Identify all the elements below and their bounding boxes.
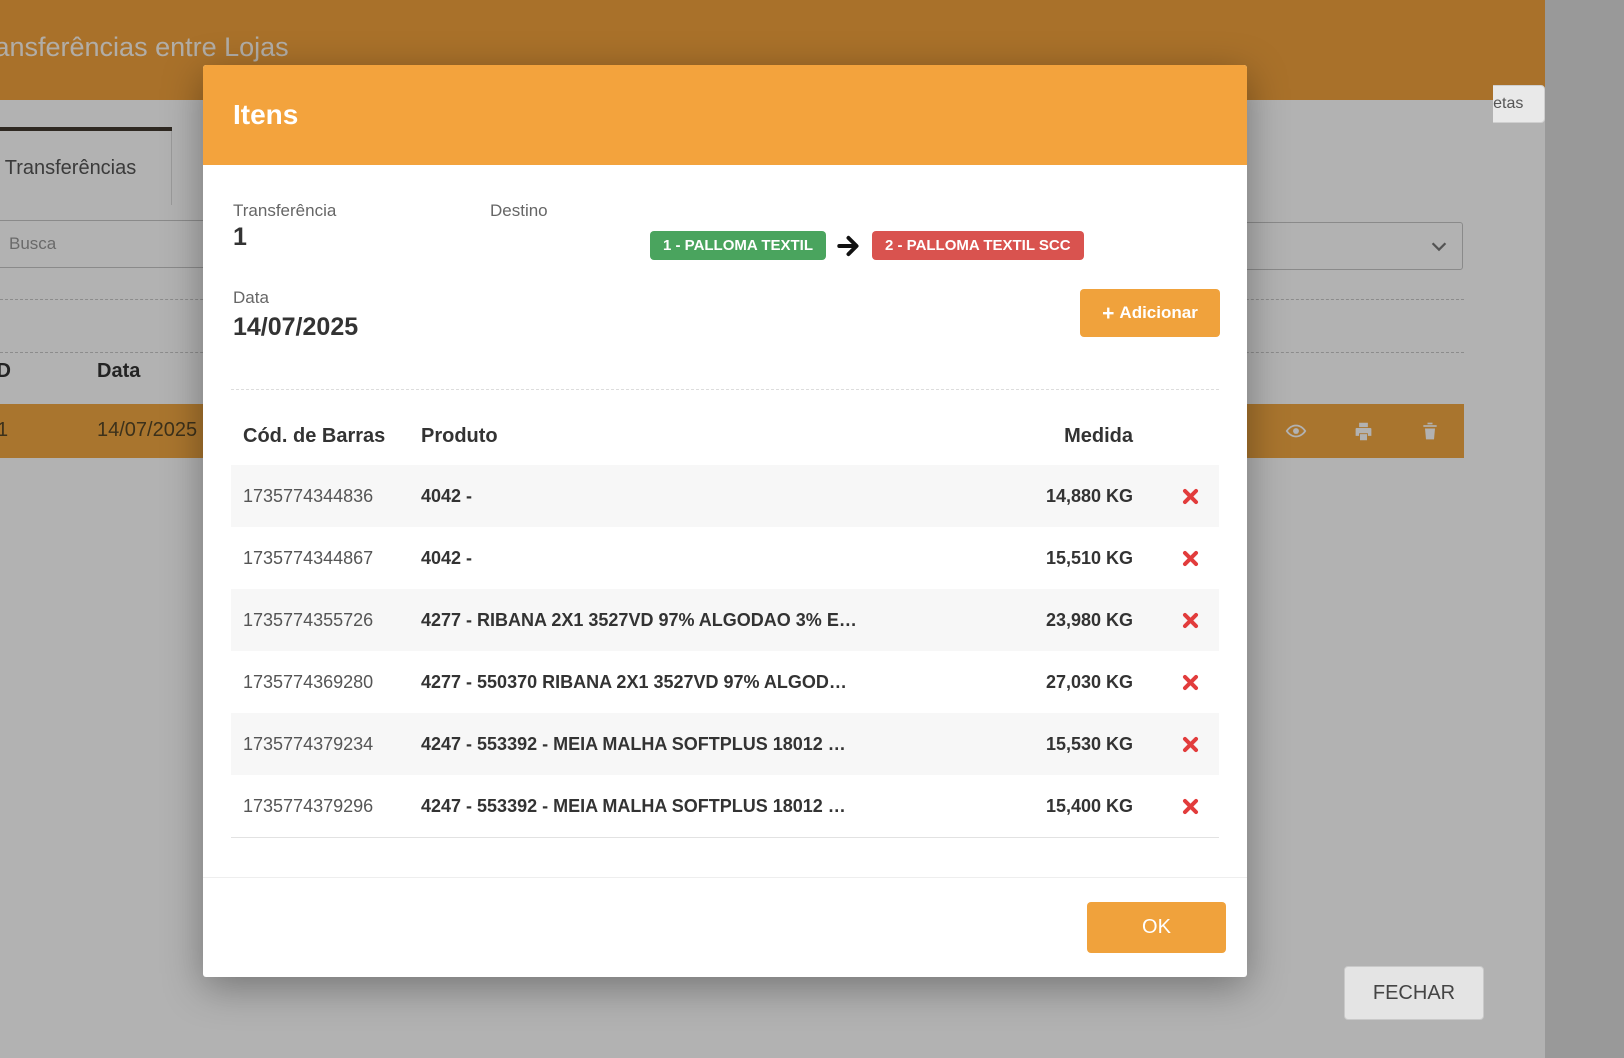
produto-cell: 4042 - [413,486,991,507]
table-bottom-border [231,837,1219,838]
medida-cell: 15,530 KG [991,734,1161,755]
destino-label: Destino [490,201,548,221]
x-icon [1181,611,1200,630]
items-table-header: Cód. de Barras Produto Medida [231,407,1219,465]
remove-item-button[interactable] [1181,735,1200,754]
x-icon [1181,735,1200,754]
x-icon [1181,797,1200,816]
origin-store-badge: 1 - PALLOMA TEXTIL [650,231,826,260]
column-header-medida: Medida [991,425,1161,448]
x-icon [1181,487,1200,506]
barcode-cell: 1735774369280 [231,672,413,693]
produto-cell: 4277 - 550370 RIBANA 2X1 3527VD 97% ALGO… [413,672,991,693]
barcode-cell: 1735774344836 [231,486,413,507]
remove-item-button[interactable] [1181,487,1200,506]
barcode-cell: 1735774344867 [231,548,413,569]
remove-item-button[interactable] [1181,673,1200,692]
medida-cell: 14,880 KG [991,486,1161,507]
x-icon [1181,549,1200,568]
adicionar-button[interactable]: + Adicionar [1080,289,1220,337]
produto-cell: 4247 - 553392 - MEIA MALHA SOFTPLUS 1801… [413,734,991,755]
item-row: 1735774379296 4247 - 553392 - MEIA MALHA… [231,775,1219,837]
x-icon [1181,673,1200,692]
etiquetas-button[interactable]: Etiquetas [1493,85,1545,123]
items-table-body: 1735774344836 4042 - 14,880 KG 173577434… [231,465,1219,837]
data-value: 14/07/2025 [233,313,358,342]
ok-button[interactable]: OK [1087,902,1226,953]
produto-cell: 4277 - RIBANA 2X1 3527VD 97% ALGODAO 3% … [413,610,991,631]
remove-item-button[interactable] [1181,549,1200,568]
transferencia-value: 1 [233,223,247,252]
barcode-cell: 1735774379234 [231,734,413,755]
modal-footer: OK [203,877,1247,977]
item-row: 1735774344836 4042 - 14,880 KG [231,465,1219,527]
item-row: 1735774379234 4247 - 553392 - MEIA MALHA… [231,713,1219,775]
transferencia-label: Transferência [233,201,336,221]
produto-cell: 4247 - 553392 - MEIA MALHA SOFTPLUS 1801… [413,796,991,817]
destination-store-badge: 2 - PALLOMA TEXTIL SCC [872,231,1084,260]
modal-title: Itens [233,99,298,131]
item-row: 1735774355726 4277 - RIBANA 2X1 3527VD 9… [231,589,1219,651]
destino-badges: 1 - PALLOMA TEXTIL 2 - PALLOMA TEXTIL SC… [650,231,1084,260]
remove-item-button[interactable] [1181,797,1200,816]
remove-item-button[interactable] [1181,611,1200,630]
medida-cell: 15,510 KG [991,548,1161,569]
plus-icon: + [1102,303,1114,324]
produto-cell: 4042 - [413,548,991,569]
data-label: Data [233,288,269,308]
itens-modal: Itens Transferência 1 Destino 1 - PALLOM… [203,65,1247,977]
divider [231,389,1219,390]
barcode-cell: 1735774355726 [231,610,413,631]
barcode-cell: 1735774379296 [231,796,413,817]
etiquetas-button-clip: Etiquetas [1493,85,1545,123]
item-row: 1735774369280 4277 - 550370 RIBANA 2X1 3… [231,651,1219,713]
modal-header: Itens [203,65,1247,165]
items-table: Cód. de Barras Produto Medida 1735774344… [231,407,1219,838]
item-row: 1735774344867 4042 - 15,510 KG [231,527,1219,589]
column-header-produto: Produto [413,425,991,448]
arrow-right-icon [836,233,862,259]
medida-cell: 15,400 KG [991,796,1161,817]
column-header-barcode: Cód. de Barras [231,425,413,448]
adicionar-label: Adicionar [1119,303,1197,323]
fechar-button[interactable]: FECHAR [1344,966,1484,1020]
medida-cell: 23,980 KG [991,610,1161,631]
medida-cell: 27,030 KG [991,672,1161,693]
